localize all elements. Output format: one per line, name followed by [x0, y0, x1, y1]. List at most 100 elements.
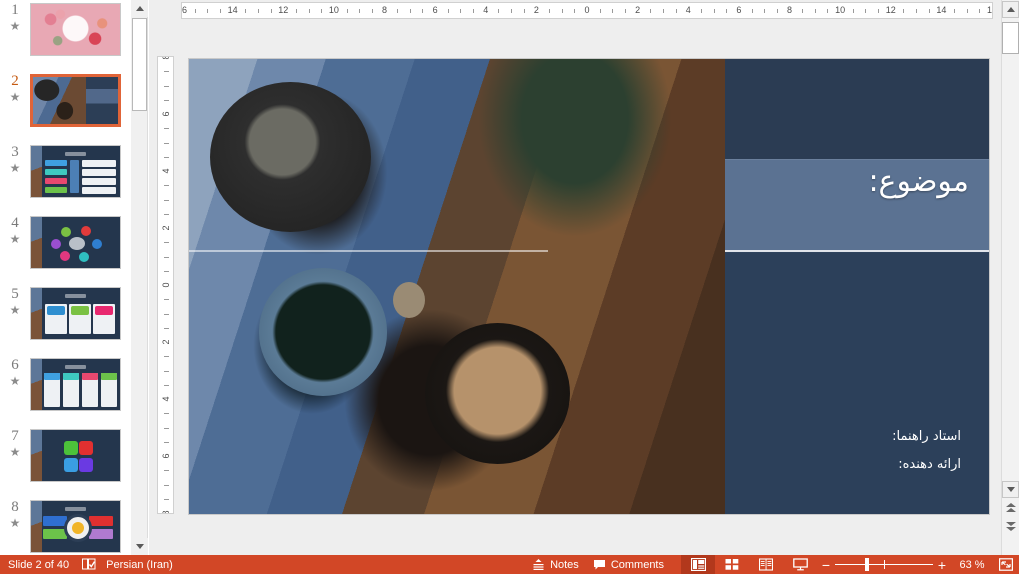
comments-button[interactable]: Comments	[586, 555, 671, 574]
reading-view-icon	[759, 558, 773, 571]
horizontal-ruler[interactable]: 1614121086420246810121416	[181, 2, 993, 19]
animation-star-icon: ★	[10, 19, 21, 33]
ruler-tick-label: 8	[787, 5, 792, 15]
thumbnail-scroll-down-button[interactable]	[131, 538, 148, 555]
ruler-tick-label: 10	[835, 5, 845, 15]
ruler-minor-tick	[714, 9, 715, 13]
thumbnail-meta: 1 ★	[0, 0, 30, 33]
ruler-minor-tick	[802, 9, 803, 13]
fit-slide-to-window-button[interactable]	[993, 558, 1019, 571]
scroll-down-button[interactable]	[1002, 481, 1019, 498]
thumbnail-number: 7	[11, 428, 19, 444]
ruler-minor-tick	[764, 9, 765, 13]
thumbnail-art-dark-columns	[31, 359, 120, 410]
slide-show-icon	[793, 558, 808, 571]
proofing-icon[interactable]	[76, 555, 102, 574]
notes-button[interactable]: Notes	[525, 555, 586, 574]
ruler-minor-tick	[245, 9, 246, 13]
ruler-tick-label: 2	[161, 222, 171, 234]
thumbnail-preview[interactable]	[30, 216, 121, 269]
thumbnail-item-8[interactable]: 8 ★	[0, 497, 131, 555]
slide-presenter-text[interactable]: ارائه دهنده:	[750, 457, 961, 472]
slide-show-view-button[interactable]	[783, 555, 817, 574]
chevron-up-icon	[1007, 7, 1015, 12]
zoom-slider-thumb[interactable]	[865, 558, 869, 571]
slide-canvas[interactable]: موضوع: استاد راهنما: ارائه دهنده:	[189, 59, 989, 514]
slide-area-scrollbar[interactable]	[1001, 0, 1019, 555]
ruler-tick-label: 4	[161, 165, 171, 177]
thumbnail-item-2[interactable]: 2 ★	[0, 71, 131, 142]
thumbnail-art-title	[65, 365, 86, 369]
thumbnail-preview[interactable]	[30, 287, 121, 340]
ruler-tick-label: 6	[161, 450, 171, 462]
thumbnail-preview[interactable]	[30, 145, 121, 198]
ruler-tick-label: 4	[686, 5, 691, 15]
slide-supervisor-text[interactable]: استاد راهنما:	[750, 429, 961, 444]
thumbnail-preview[interactable]	[30, 429, 121, 482]
ruler-minor-tick	[372, 9, 373, 13]
ruler-minor-tick	[164, 442, 169, 443]
thumbnail-preview[interactable]	[30, 500, 121, 553]
thumbnail-art-strip	[31, 430, 42, 481]
ruler-minor-tick	[164, 499, 169, 500]
double-chevron-up-icon	[1006, 503, 1016, 507]
animation-star-icon: ★	[10, 232, 21, 246]
slide-title-text[interactable]: موضوع:	[737, 164, 969, 199]
zoom-in-button[interactable]: +	[933, 555, 951, 574]
slide-sorter-view-button[interactable]	[715, 555, 749, 574]
powerpoint-window: 1 ★ 2 ★ 3 ★	[0, 0, 1019, 574]
thumbnail-preview[interactable]	[30, 358, 121, 411]
thumbnail-item-5[interactable]: 5 ★	[0, 284, 131, 355]
zoom-slider[interactable]	[835, 555, 933, 574]
ruler-minor-tick	[164, 428, 169, 429]
ruler-minor-tick	[752, 9, 753, 13]
zoom-level-label[interactable]: 63 %	[951, 559, 993, 571]
thumbnail-item-1[interactable]: 1 ★	[0, 0, 131, 71]
normal-view-button[interactable]	[681, 555, 715, 574]
reading-view-button[interactable]	[749, 555, 783, 574]
fit-slide-icon	[999, 558, 1013, 571]
ruler-minor-tick	[979, 9, 980, 13]
thumbnail-item-7[interactable]: 7 ★	[0, 426, 131, 497]
thumbnail-item-4[interactable]: 4 ★	[0, 213, 131, 284]
ruler-minor-tick	[164, 185, 169, 186]
ruler-minor-tick	[448, 9, 449, 13]
ruler-minor-tick	[777, 9, 778, 13]
thumbnail-item-6[interactable]: 6 ★	[0, 355, 131, 426]
thumbnail-preview-selected[interactable]	[30, 74, 121, 127]
next-slide-button[interactable]	[1002, 518, 1019, 534]
previous-slide-button[interactable]	[1002, 500, 1019, 516]
ruler-minor-tick	[164, 328, 169, 329]
slide-indicator[interactable]: Slide 2 of 40	[0, 555, 76, 574]
slide-thumbnail-pane[interactable]: 1 ★ 2 ★ 3 ★	[0, 0, 131, 555]
scroll-up-button[interactable]	[1002, 1, 1019, 18]
thumbnail-item-3[interactable]: 3 ★	[0, 142, 131, 213]
slide-title-panel[interactable]: موضوع: استاد راهنما: ارائه دهنده:	[725, 59, 989, 514]
ruler-minor-tick	[258, 9, 259, 13]
ruler-minor-tick	[164, 214, 169, 215]
thumbnail-scroll-up-button[interactable]	[131, 0, 148, 17]
ruler-minor-tick	[562, 9, 563, 13]
vertical-ruler[interactable]: 864202468	[157, 56, 174, 514]
ruler-tick-label: 12	[278, 5, 288, 15]
normal-view-icon	[691, 558, 706, 571]
slide-background-photo[interactable]	[189, 59, 725, 514]
ruler-minor-tick	[195, 9, 196, 13]
thumbnail-pane-scrollbar[interactable]	[131, 0, 148, 555]
thumbnail-number: 1	[11, 2, 19, 18]
animation-star-icon: ★	[10, 516, 21, 530]
ruler-minor-tick	[473, 9, 474, 13]
thumbnail-meta: 7 ★	[0, 426, 30, 459]
thumbnail-art-strip	[31, 501, 42, 552]
zoom-out-button[interactable]: −	[817, 555, 835, 574]
animation-star-icon: ★	[10, 303, 21, 317]
ruler-minor-tick	[815, 9, 816, 13]
ruler-tick-label: 6	[433, 5, 438, 15]
thumbnail-art-photo	[33, 77, 86, 124]
thumbnail-preview[interactable]	[30, 3, 121, 56]
scrollbar-thumb[interactable]	[1002, 22, 1019, 54]
language-indicator[interactable]: Persian (Iran)	[102, 555, 180, 574]
ruler-minor-tick	[309, 9, 310, 13]
thumbnail-art-title	[65, 507, 86, 511]
thumbnail-scrollbar-thumb[interactable]	[132, 18, 147, 111]
